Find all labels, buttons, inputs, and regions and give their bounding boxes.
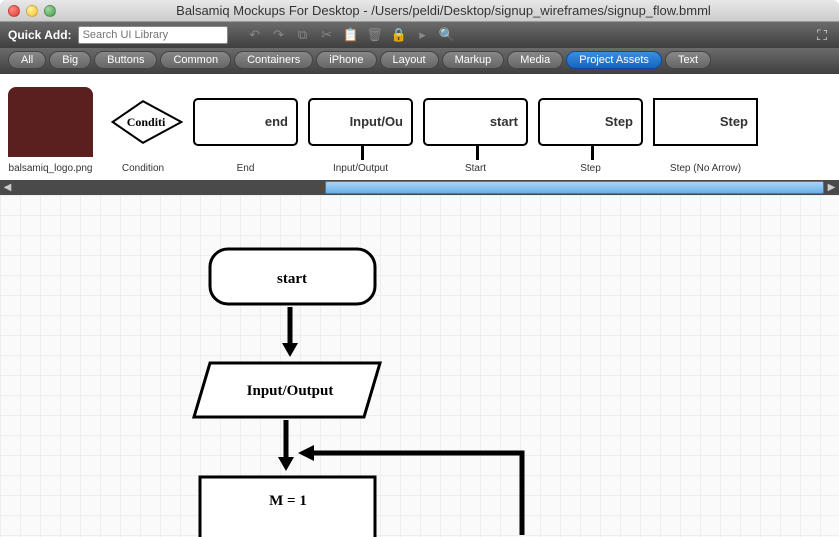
start-shape-icon: start — [423, 98, 528, 146]
library-item-label: End — [193, 163, 298, 174]
category-tabs: All Big Buttons Common Containers iPhone… — [0, 48, 839, 74]
step-node-line: M = 1 — [269, 493, 307, 509]
zoom-icon[interactable]: 🔍 — [436, 26, 458, 44]
zoom-button[interactable] — [44, 5, 56, 17]
scroll-right-icon[interactable]: ▶ — [824, 180, 839, 195]
delete-icon[interactable]: 🗑 — [364, 26, 386, 44]
tab-big[interactable]: Big — [49, 51, 91, 69]
library-item-end[interactable]: end End — [193, 84, 298, 174]
app-window: Balsamiq Mockups For Desktop - /Users/pe… — [0, 0, 839, 537]
library-item-io[interactable]: Input/Ou Input/Output — [308, 84, 413, 174]
end-shape-icon: end — [193, 98, 298, 146]
library-item-step-noarrow[interactable]: Step Step (No Arrow) — [653, 84, 758, 174]
io-shape-icon: Input/Ou — [308, 98, 413, 146]
search-input[interactable] — [78, 26, 228, 44]
library-item-label: Input/Output — [308, 163, 413, 174]
flowchart: start Input/Output M = 1 — [0, 195, 839, 537]
library-panel: balsamiq_logo.png Conditi Condition end … — [0, 74, 839, 180]
arrowhead-icon — [282, 343, 298, 357]
tab-containers[interactable]: Containers — [234, 51, 313, 69]
undo-icon[interactable]: ↶ — [244, 26, 266, 44]
toolbar: Quick Add: ↶ ↷ ⧉ ✂ 📋 🗑 🔒 ▸ 🔍 ⛶ — [0, 22, 839, 48]
paste-icon[interactable]: 📋 — [340, 26, 362, 44]
copy-icon[interactable]: ⧉ — [292, 26, 314, 44]
condition-shape-icon: Conditi — [103, 97, 183, 147]
tab-all[interactable]: All — [8, 51, 46, 69]
tab-buttons[interactable]: Buttons — [94, 51, 157, 69]
library-item-label: Step (No Arrow) — [653, 163, 758, 174]
library-item-label: Start — [423, 163, 528, 174]
scroll-left-icon[interactable]: ◀ — [0, 180, 15, 195]
window-controls — [8, 5, 56, 17]
library-item-condition[interactable]: Conditi Condition — [103, 84, 183, 174]
logo-thumbnail — [8, 87, 93, 157]
tab-project-assets[interactable]: Project Assets — [566, 51, 662, 69]
library-scrollbar[interactable]: ◀ ▶ — [0, 180, 839, 195]
tab-layout[interactable]: Layout — [380, 51, 439, 69]
io-node-label: Input/Output — [247, 383, 334, 399]
quick-add-label: Quick Add: — [8, 28, 72, 42]
tab-markup[interactable]: Markup — [442, 51, 505, 69]
tab-iphone[interactable]: iPhone — [316, 51, 376, 69]
arrowhead-icon — [278, 457, 294, 471]
library-item-label: balsamiq_logo.png — [8, 163, 93, 174]
canvas[interactable]: start Input/Output M = 1 — [0, 195, 839, 537]
close-button[interactable] — [8, 5, 20, 17]
step-shape-icon: Step — [538, 98, 643, 146]
library-item-logo[interactable]: balsamiq_logo.png — [8, 84, 93, 174]
library-item-step[interactable]: Step Step — [538, 84, 643, 174]
lock-icon[interactable]: 🔒 — [388, 26, 410, 44]
toolbar-icons: ↶ ↷ ⧉ ✂ 📋 🗑 🔒 ▸ 🔍 — [244, 26, 458, 44]
window-title: Balsamiq Mockups For Desktop - /Users/pe… — [56, 3, 831, 18]
titlebar: Balsamiq Mockups For Desktop - /Users/pe… — [0, 0, 839, 22]
start-node-label: start — [277, 271, 307, 287]
library-item-label: Step — [538, 163, 643, 174]
redo-icon[interactable]: ↷ — [268, 26, 290, 44]
minimize-button[interactable] — [26, 5, 38, 17]
scroll-track[interactable] — [15, 181, 824, 194]
fullscreen-icon[interactable]: ⛶ — [813, 26, 831, 44]
scroll-thumb[interactable] — [325, 181, 824, 194]
svg-text:Conditi: Conditi — [127, 115, 166, 129]
tab-common[interactable]: Common — [160, 51, 231, 69]
library-item-label: Condition — [103, 163, 183, 174]
step-noarrow-shape-icon: Step — [653, 98, 758, 146]
tab-media[interactable]: Media — [507, 51, 563, 69]
tab-text[interactable]: Text — [665, 51, 711, 69]
cut-icon[interactable]: ✂ — [316, 26, 338, 44]
arrowhead-icon — [298, 445, 314, 461]
forward-icon[interactable]: ▸ — [412, 26, 434, 44]
library-item-start[interactable]: start Start — [423, 84, 528, 174]
